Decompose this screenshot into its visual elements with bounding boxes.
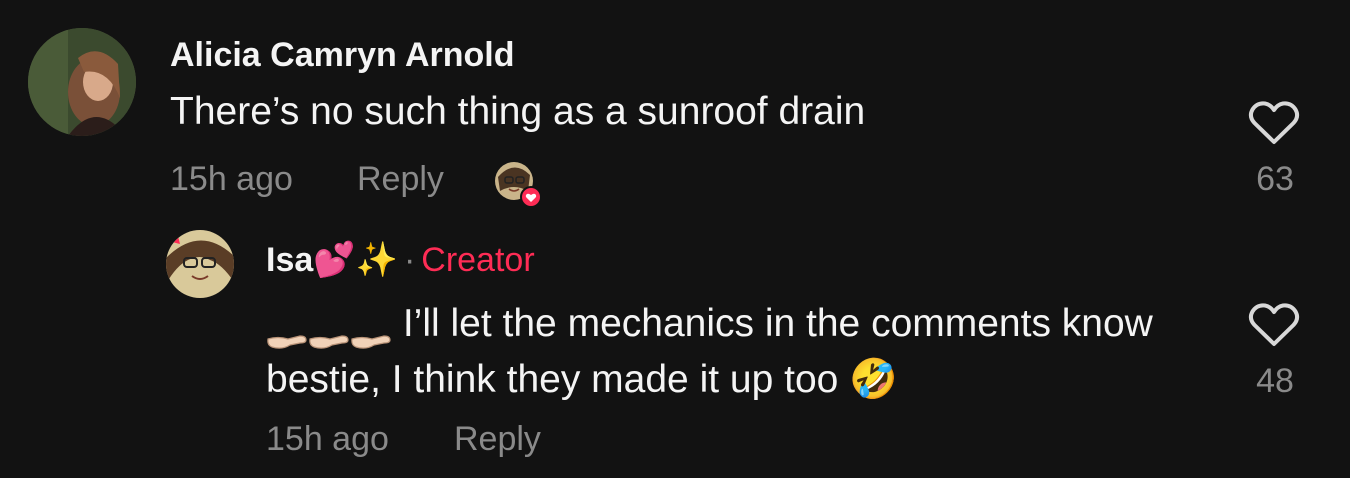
reply-author-line: Isa💕✨ · Creator xyxy=(266,240,535,280)
reply-like-heart-icon[interactable] xyxy=(1248,302,1300,348)
reply-reply-button[interactable]: Reply xyxy=(454,420,541,459)
comment-like-heart-icon[interactable] xyxy=(1248,100,1300,146)
comment-timestamp: 15h ago xyxy=(170,160,293,198)
reply-like-count: 48 xyxy=(1256,362,1294,400)
author-emoji: 💕✨ xyxy=(313,240,398,280)
comment-like-count: 63 xyxy=(1256,160,1294,198)
reply-text-block: I’ll let the mechanics in the comments k… xyxy=(266,296,1186,408)
pinching-hand-icon xyxy=(308,314,352,349)
reply-author[interactable]: Isa xyxy=(266,241,313,279)
comment-author[interactable]: Alicia Camryn Arnold xyxy=(170,36,514,75)
creator-avatar[interactable] xyxy=(166,230,234,298)
rolling-laughing-emoji: 🤣 xyxy=(849,357,898,402)
pinching-hand-icon xyxy=(350,314,394,349)
comment-reply-button[interactable]: Reply xyxy=(357,160,444,199)
comment-text: There’s no such thing as a sunroof drain xyxy=(170,90,866,133)
reply-text: I’ll let the mechanics in the comments k… xyxy=(266,302,1153,401)
creator-badge: Creator xyxy=(421,241,535,279)
commenter-avatar[interactable] xyxy=(28,28,136,136)
pinching-hand-icon xyxy=(266,314,310,349)
author-separator: · xyxy=(403,241,416,279)
reply-timestamp: 15h ago xyxy=(266,420,389,458)
creator-liked-badge xyxy=(494,161,542,208)
